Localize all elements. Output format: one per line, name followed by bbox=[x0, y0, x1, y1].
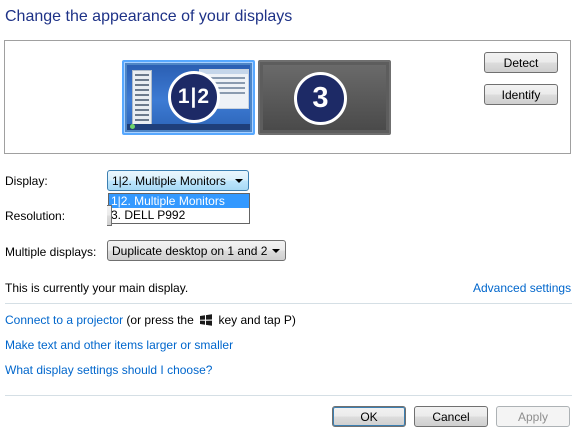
projector-line: Connect to a projector (or press the key… bbox=[5, 313, 296, 327]
projector-hint-text-a: (or press the bbox=[126, 313, 194, 327]
text-size-link[interactable]: Make text and other items larger or smal… bbox=[5, 338, 233, 352]
multiple-displays-select[interactable]: Duplicate desktop on 1 and 2 bbox=[107, 240, 286, 261]
chevron-down-icon bbox=[272, 249, 280, 253]
monitor-1-2[interactable]: 1|2 bbox=[122, 60, 255, 135]
chevron-down-icon bbox=[235, 179, 243, 183]
monitor-3-screen: 3 bbox=[263, 65, 386, 130]
display-dropdown-list: 1|2. Multiple Monitors 3. DELL P992 bbox=[108, 193, 250, 224]
dropdown-option[interactable]: 3. DELL P992 bbox=[109, 208, 249, 222]
connect-projector-link[interactable]: Connect to a projector bbox=[5, 313, 123, 327]
apply-button[interactable]: Apply bbox=[496, 406, 570, 427]
display-select[interactable]: 1|2. Multiple Monitors bbox=[107, 170, 249, 191]
advanced-settings-link[interactable]: Advanced settings bbox=[473, 281, 571, 295]
divider bbox=[5, 303, 572, 304]
resolution-select[interactable] bbox=[107, 205, 112, 226]
display-label: Display: bbox=[5, 174, 48, 188]
multiple-displays-value: Duplicate desktop on 1 and 2 bbox=[112, 243, 268, 258]
display-select-value: 1|2. Multiple Monitors bbox=[112, 173, 226, 188]
cancel-button[interactable]: Cancel bbox=[414, 406, 488, 427]
divider bbox=[5, 395, 572, 396]
resolution-label: Resolution: bbox=[5, 209, 66, 223]
monitor-3[interactable]: 3 bbox=[258, 60, 391, 135]
ok-button[interactable]: OK bbox=[332, 406, 406, 427]
identify-button[interactable]: Identify bbox=[484, 84, 558, 105]
start-orb-icon bbox=[130, 124, 135, 129]
monitor-number-badge: 3 bbox=[294, 72, 347, 125]
dropdown-option[interactable]: 1|2. Multiple Monitors bbox=[109, 194, 249, 208]
projector-hint-text-b: key and tap P) bbox=[218, 313, 296, 327]
page-title: Change the appearance of your displays bbox=[5, 8, 293, 25]
multiple-displays-label: Multiple displays: bbox=[5, 245, 97, 259]
desktop-wallpaper: 1|2 bbox=[127, 65, 250, 130]
detect-button[interactable]: Detect bbox=[484, 52, 558, 73]
display-settings-help-link[interactable]: What display settings should I choose? bbox=[5, 363, 212, 377]
desktop-window-thumbnail bbox=[132, 70, 152, 125]
monitor-number-badge: 1|2 bbox=[168, 71, 220, 123]
windows-logo-icon bbox=[200, 314, 213, 326]
taskbar bbox=[127, 124, 250, 130]
main-display-text: This is currently your main display. bbox=[5, 281, 189, 295]
